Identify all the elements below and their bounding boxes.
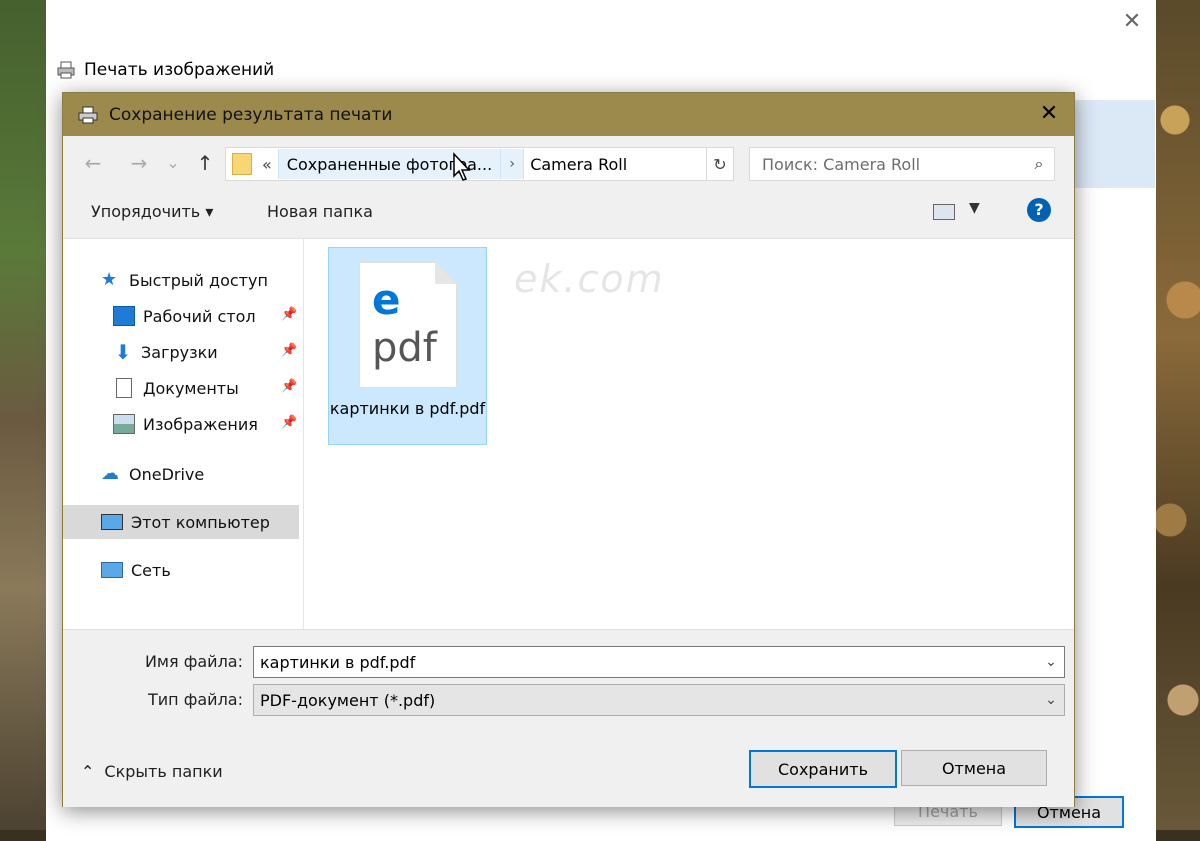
breadcrumb-camera-roll[interactable]: Camera Roll <box>530 155 627 174</box>
save-button[interactable]: Сохранить <box>749 750 897 788</box>
view-dropdown-button[interactable]: ▼ <box>969 200 980 216</box>
nav-pictures[interactable]: Изображения <box>113 407 258 441</box>
navigation-pane: ★ Быстрый доступ Рабочий стол 📌 ⬇ Загруз… <box>63 239 304 629</box>
address-overflow-chevron[interactable]: « <box>262 155 272 174</box>
filename-dropdown-button[interactable]: ⌄ <box>1038 654 1064 670</box>
printer-icon <box>78 106 98 123</box>
nav-onedrive[interactable]: ☁ OneDrive <box>101 457 204 491</box>
nav-documents[interactable]: Документы <box>113 371 239 405</box>
breadcrumb-separator[interactable]: › <box>501 149 525 179</box>
search-box[interactable]: Поиск: Camera Roll ⌕ <box>749 147 1055 181</box>
dialog-close-button[interactable]: ✕ <box>1036 101 1062 127</box>
computer-icon <box>101 514 123 530</box>
nav-this-pc-label: Этот компьютер <box>131 512 270 532</box>
pdf-extension-label: pdf <box>372 325 437 371</box>
dialog-titlebar: Сохранение результата печати ✕ <box>63 93 1074 136</box>
print-window-title: Печать изображений <box>56 58 274 82</box>
pin-icon: 📌 <box>281 343 298 358</box>
filename-label: Имя файла: <box>144 652 243 671</box>
nav-onedrive-label: OneDrive <box>129 464 205 484</box>
page-fold <box>435 262 457 284</box>
filetype-value: PDF-документ (*.pdf) <box>260 690 436 710</box>
search-icon: ⌕ <box>1034 154 1044 173</box>
save-options-panel: Имя файла: картинки в pdf.pdf ⌄ Тип файл… <box>63 629 1074 807</box>
cancel-button[interactable]: Отмена <box>901 750 1047 786</box>
print-window-title-text: Печать изображений <box>84 60 275 80</box>
dialog-title: Сохранение результата печати <box>109 104 393 125</box>
edge-logo-icon: e <box>372 275 401 324</box>
filetype-select[interactable]: PDF-документ (*.pdf) ⌄ <box>253 684 1065 716</box>
hide-folders-label: Скрыть папки <box>104 762 223 781</box>
command-toolbar: Упорядочить ▾ Новая папка ▼ ? <box>63 188 1074 239</box>
nav-network-label: Сеть <box>131 560 171 580</box>
documents-icon <box>116 378 132 398</box>
folder-icon <box>232 153 252 175</box>
pictures-icon <box>113 414 135 434</box>
file-item[interactable]: e pdf картинки в pdf.pdf <box>328 247 487 445</box>
nav-network[interactable]: Сеть <box>101 553 171 587</box>
pin-icon: 📌 <box>281 379 298 394</box>
pin-icon: 📌 <box>281 415 298 430</box>
network-icon <box>101 562 123 578</box>
filetype-label: Тип файла: <box>147 690 243 709</box>
watermark: ek.com <box>514 257 665 301</box>
printer-icon <box>57 61 75 79</box>
nav-desktop[interactable]: Рабочий стол <box>113 299 256 333</box>
download-icon: ⬇ <box>114 340 132 364</box>
file-name-label: картинки в pdf.pdf <box>329 399 486 418</box>
address-bar[interactable]: « Сохраненные фотогра... › Camera Roll ⌄ <box>225 147 733 181</box>
file-list: e pdf картинки в pdf.pdf ek.com <box>304 239 1074 629</box>
pdf-file-icon: e pdf <box>359 262 457 388</box>
nav-downloads-label: Загрузки <box>141 342 218 362</box>
filename-field[interactable]: картинки в pdf.pdf ⌄ <box>253 646 1065 678</box>
mouse-cursor-icon <box>453 152 471 181</box>
filename-input[interactable]: картинки в pdf.pdf <box>260 653 1038 672</box>
cloud-icon: ☁ <box>101 463 119 484</box>
nav-documents-label: Документы <box>143 378 239 398</box>
recent-locations-button[interactable]: ⌄ <box>161 152 185 174</box>
search-input[interactable]: Поиск: Camera Roll <box>762 155 1024 174</box>
refresh-button[interactable]: ↻ <box>706 147 734 181</box>
filetype-dropdown-button[interactable]: ⌄ <box>1038 692 1064 708</box>
nav-desktop-label: Рабочий стол <box>143 306 256 326</box>
nav-this-pc[interactable]: Этот компьютер <box>63 505 299 539</box>
save-dialog: Сохранение результата печати ✕ ← → ⌄ ↑ «… <box>62 92 1075 807</box>
desktop-icon <box>113 306 135 326</box>
organize-menu[interactable]: Упорядочить ▾ <box>91 202 213 221</box>
nav-pictures-label: Изображения <box>143 414 258 434</box>
view-icon[interactable] <box>933 204 955 220</box>
print-window-close-button[interactable]: ✕ <box>1120 10 1144 34</box>
hide-folders-button[interactable]: ⌃ Скрыть папки <box>81 762 223 781</box>
back-button[interactable]: ← <box>81 152 105 174</box>
pin-icon: 📌 <box>281 307 298 322</box>
nav-quick-access-label: Быстрый доступ <box>129 270 268 290</box>
navigation-bar: ← → ⌄ ↑ « Сохраненные фотогра... › Camer… <box>63 136 1074 188</box>
nav-downloads[interactable]: ⬇ Загрузки <box>113 335 218 369</box>
help-button[interactable]: ? <box>1027 198 1051 222</box>
up-button[interactable]: ↑ <box>193 152 217 174</box>
chevron-up-icon: ⌃ <box>81 762 95 781</box>
star-icon: ★ <box>101 269 118 290</box>
background-photo-left <box>0 0 46 841</box>
nav-quick-access[interactable]: ★ Быстрый доступ <box>101 263 268 297</box>
background-photo-right <box>1155 0 1200 841</box>
forward-button[interactable]: → <box>127 152 151 174</box>
new-folder-button[interactable]: Новая папка <box>267 202 373 221</box>
